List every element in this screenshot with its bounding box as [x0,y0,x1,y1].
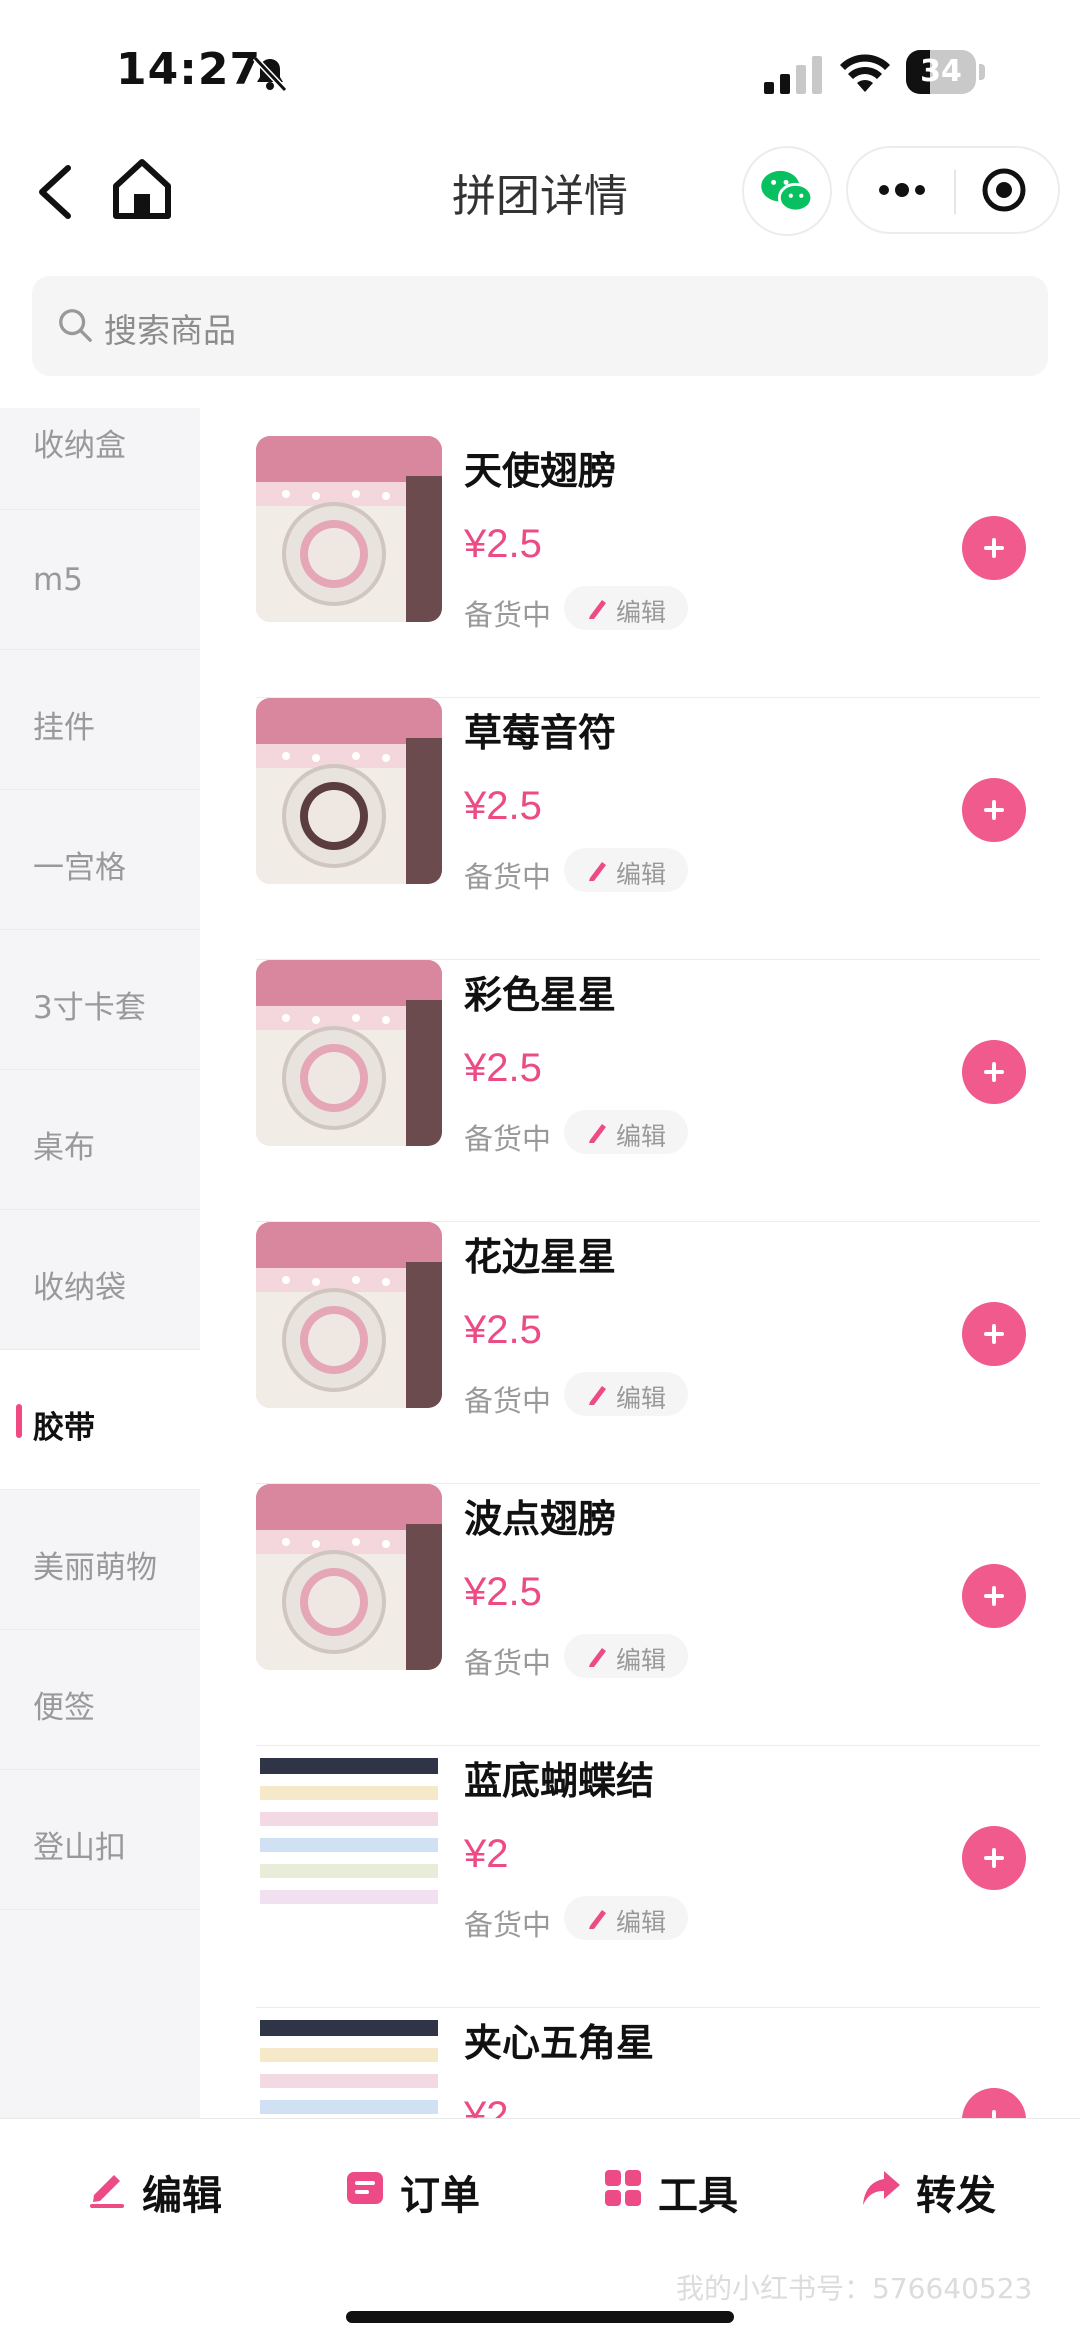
edit-label: 编辑 [142,2173,222,2219]
product-item[interactable]: 蓝底蝴蝶结 ¥2 备货中 编辑 [256,1746,1040,2008]
edit-label: 编辑 [616,1122,667,1151]
product-name: 彩色星星 [464,973,617,1017]
product-item[interactable]: 天使翅膀 ¥2.5 备货中 编辑 [256,436,1040,698]
product-item[interactable]: 波点翅膀 ¥2.5 备货中 编辑 [256,1484,1040,1746]
watermark: 我的小红书号：576640523 [676,2272,1033,2305]
edit-product-button[interactable]: 编辑 [564,1896,688,1940]
stock-status: 备货中 [464,1908,552,1942]
add-to-cart-button[interactable] [962,778,1026,842]
edit-product-button[interactable]: 编辑 [564,1634,688,1678]
product-item[interactable]: 花边星星 ¥2.5 备货中 编辑 [256,1222,1040,1484]
product-item[interactable]: 彩色星星 ¥2.5 备货中 编辑 [256,960,1040,1222]
stock-status: 备货中 [464,598,552,632]
product-list: 天使翅膀 ¥2.5 备货中 编辑 草莓音符 ¥2.5 备货中 编辑 彩色星星 ¥2.5 备货中 编辑花… [0,0,1080,2118]
grid-tools-icon [605,2170,641,2206]
pencil-icon [589,1124,606,1143]
share-label: 转发 [916,2173,996,2219]
plus-icon [984,800,1004,820]
product-thumbnail[interactable] [256,698,442,884]
product-name: 夹心五角星 [464,2021,655,2065]
edit-product-button[interactable]: 编辑 [564,586,688,630]
add-to-cart-button[interactable] [962,1826,1026,1890]
product-name: 花边星星 [464,1235,617,1279]
edit-label: 编辑 [616,598,667,627]
product-price: ¥2.5 [464,1046,542,1090]
add-to-cart-button[interactable] [962,2088,1026,2118]
edit-label: 编辑 [616,1384,667,1413]
add-to-cart-button[interactable] [962,1564,1026,1628]
add-to-cart-button[interactable] [962,516,1026,580]
pencil-icon [589,1386,606,1405]
stock-status: 备货中 [464,1122,552,1156]
add-to-cart-button[interactable] [962,1302,1026,1366]
product-price: ¥2.5 [464,1570,542,1614]
plus-icon [992,2110,996,2118]
product-item[interactable]: 草莓音符 ¥2.5 备货中 编辑 [256,698,1040,960]
stock-status: 备货中 [464,1384,552,1418]
product-thumbnail[interactable] [256,436,442,622]
product-price: ¥2.5 [464,522,542,566]
pencil-icon [589,1648,606,1667]
product-name: 波点翅膀 [464,1497,617,1541]
pencil-icon [90,2175,124,2208]
product-price: ¥2.5 [464,784,542,828]
product-thumbnail[interactable] [256,2008,442,2118]
edit-product-button[interactable]: 编辑 [564,1110,688,1154]
plus-icon [984,1062,1004,1082]
edit-label: 编辑 [616,1646,667,1675]
product-name: 草莓音符 [464,711,617,755]
product-price: ¥2.5 [464,1308,542,1352]
product-price: ¥2 [464,1832,509,1876]
product-name: 蓝底蝴蝶结 [464,1759,655,1803]
plus-icon [984,538,1004,558]
pencil-icon [589,862,606,881]
orders-label: 订单 [400,2173,480,2219]
edit-product-button[interactable]: 编辑 [564,848,688,892]
edit-product-button[interactable]: 编辑 [564,1372,688,1416]
stock-status: 备货中 [464,1646,552,1680]
product-name: 天使翅膀 [464,449,617,493]
product-thumbnail[interactable] [256,1484,442,1670]
bottom-action-bar: 编辑 订单 工具 转发 我的小红书号：576640523 [0,2118,1080,2342]
home-indicator [346,2311,734,2323]
product-thumbnail[interactable] [256,1222,442,1408]
add-to-cart-button[interactable] [962,1040,1026,1104]
pencil-icon [589,1910,606,1929]
plus-icon [984,1324,1004,1344]
plus-icon [984,1848,1004,1868]
tools-label: 工具 [658,2173,738,2219]
share-arrow-icon [863,2171,900,2205]
product-item[interactable]: 夹心五角星¥2备货中编辑 [256,2008,1040,2118]
stock-status: 备货中 [464,860,552,894]
pencil-icon [589,600,606,619]
edit-label: 编辑 [616,1908,667,1937]
product-thumbnail[interactable] [256,1746,442,1932]
plus-icon [984,1586,1004,1606]
product-thumbnail[interactable] [256,960,442,1146]
edit-label: 编辑 [616,860,667,889]
product-price: ¥2 [464,2094,509,2118]
order-list-icon [347,2172,383,2204]
